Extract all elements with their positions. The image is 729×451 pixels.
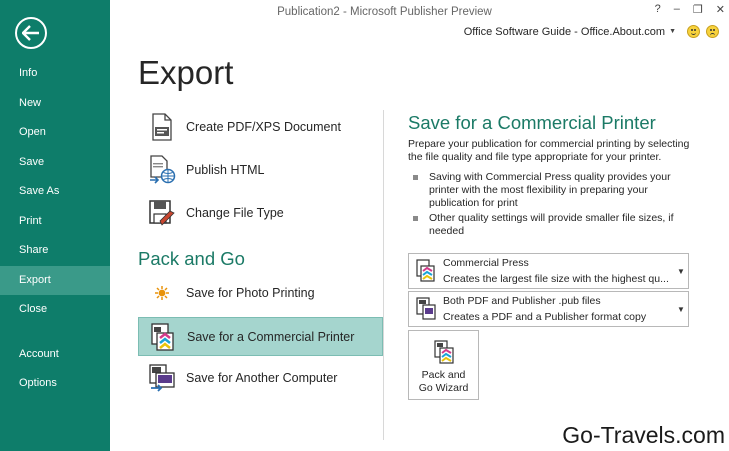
send-frown-icon[interactable] (706, 25, 719, 38)
restore-button[interactable]: ❐ (693, 3, 703, 16)
commercial-printer-icon (139, 322, 187, 352)
commercial-press-icon (409, 258, 443, 284)
pack-and-go-wizard-button[interactable]: Pack and Go Wizard (408, 330, 479, 400)
nav-item-close[interactable]: Close (0, 295, 110, 325)
help-button[interactable]: ? (655, 3, 661, 16)
page-title: Export (138, 54, 234, 91)
nav-item-print[interactable]: Print (0, 207, 110, 237)
save-for-another-computer-option[interactable]: Save for Another Computer (138, 358, 383, 398)
publish-html-option[interactable]: Publish HTML (138, 150, 383, 190)
bullet-item: Other quality settings will provide smal… (410, 212, 700, 238)
option-label: Save for a Commercial Printer (187, 329, 355, 344)
chevron-down-icon[interactable]: ▼ (674, 305, 688, 314)
panel-description: Prepare your publication for commercial … (408, 138, 690, 163)
option-label: Save for Another Computer (186, 371, 338, 385)
column-divider (383, 110, 384, 440)
change-file-type-icon (138, 199, 186, 227)
nav-item-save-as[interactable]: Save As (0, 177, 110, 207)
pack-label-line2: Go Wizard (418, 382, 469, 394)
publish-html-icon (138, 155, 186, 185)
nav-item-save[interactable]: Save (0, 148, 110, 178)
panel-bullet-list: Saving with Commercial Press quality pro… (410, 171, 700, 241)
option-label: Create PDF/XPS Document (186, 120, 341, 134)
option-label: Save for Photo Printing (186, 286, 315, 300)
create-pdf-xps-option[interactable]: Create PDF/XPS Document (138, 107, 383, 147)
option-label: Publish HTML (186, 163, 265, 177)
chevron-down-icon[interactable]: ▼ (674, 267, 688, 276)
window-controls: ? – ❐ ✕ (655, 3, 725, 16)
nav-item-info[interactable]: Info (0, 59, 110, 89)
watermark: Go-Travels.com (562, 422, 725, 448)
account-bar: Office Software Guide - Office.About.com… (464, 25, 719, 38)
send-smile-icon[interactable] (687, 25, 700, 38)
save-for-commercial-printer-option[interactable]: Save for a Commercial Printer (138, 317, 383, 356)
option-label: Change File Type (186, 206, 284, 220)
nav-item-open[interactable]: Open (0, 118, 110, 148)
nav-item-options[interactable]: Options (0, 369, 110, 399)
close-window-button[interactable]: ✕ (716, 3, 725, 16)
window-title: Publication2 - Microsoft Publisher Previ… (277, 6, 492, 18)
backstage-sidebar: Info New Open Save Save As Print Share E… (0, 0, 110, 451)
save-for-photo-printing-option[interactable]: Save for Photo Printing (138, 273, 383, 313)
bullet-item: Saving with Commercial Press quality pro… (410, 171, 700, 209)
pack-and-go-wizard-icon (409, 339, 478, 365)
dropdown-description: Creates a PDF and a Publisher format cop… (443, 311, 647, 323)
file-format-dropdown[interactable]: Both PDF and Publisher .pub files Create… (408, 291, 689, 327)
pack-and-go-label: Pack and Go Wizard (409, 369, 478, 395)
pdf-document-icon (138, 113, 186, 141)
title-bar: Publication2 - Microsoft Publisher Previ… (110, 0, 729, 38)
account-dropdown-icon[interactable]: ▼ (669, 28, 676, 35)
pdf-and-pub-icon (409, 296, 443, 322)
nav-item-account[interactable]: Account (0, 340, 110, 370)
dropdown-description: Creates the largest file size with the h… (443, 273, 669, 285)
pack-label-line1: Pack and (421, 369, 466, 381)
print-quality-dropdown[interactable]: Commercial Press Creates the largest fil… (408, 253, 689, 289)
change-file-type-option[interactable]: Change File Type (138, 193, 383, 233)
pack-and-go-heading: Pack and Go (138, 248, 245, 269)
panel-title: Save for a Commercial Printer (408, 112, 656, 133)
account-name[interactable]: Office Software Guide - Office.About.com (464, 26, 665, 38)
nav-item-export[interactable]: Export (0, 265, 110, 295)
back-arrow-icon[interactable] (15, 17, 47, 49)
dropdown-text: Both PDF and Publisher .pub files Create… (443, 295, 674, 323)
minimize-button[interactable]: – (674, 3, 680, 16)
another-computer-icon (138, 363, 186, 393)
nav-item-share[interactable]: Share (0, 236, 110, 266)
dropdown-selected-value: Both PDF and Publisher .pub files (443, 295, 601, 307)
nav-item-new[interactable]: New (0, 89, 110, 119)
dropdown-text: Commercial Press Creates the largest fil… (443, 257, 674, 285)
photo-printing-icon (138, 286, 186, 300)
backstage-nav: Info New Open Save Save As Print Share E… (0, 59, 110, 399)
dropdown-selected-value: Commercial Press (443, 257, 529, 269)
